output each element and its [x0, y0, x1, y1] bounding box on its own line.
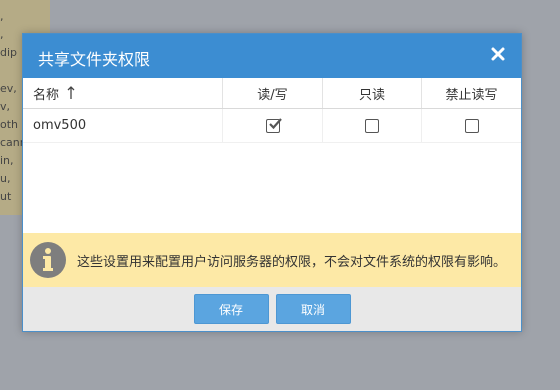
dialog-footer: 保存 取消 [23, 287, 521, 331]
cell-read-write [222, 109, 322, 142]
table-row[interactable]: omv500 [23, 109, 521, 143]
read-write-checkbox[interactable] [265, 117, 282, 133]
cancel-button[interactable]: 取消 [275, 294, 351, 324]
cell-no-access [421, 109, 521, 142]
sort-ascending-icon [67, 86, 75, 100]
bg-line: , [0, 10, 4, 23]
column-header-no-access[interactable]: 禁止读写 [421, 78, 521, 108]
save-button[interactable]: 保存 [193, 294, 269, 324]
info-banner: 这些设置用来配置用户访问服务器的权限，不会对文件系统的权限有影响。 [23, 233, 521, 287]
no-access-checkbox[interactable] [464, 118, 479, 133]
row-user-name: omv500 [33, 118, 87, 133]
permissions-grid: 名称 读/写 只读 禁止读写 omv500 [23, 78, 521, 231]
close-icon[interactable] [489, 45, 507, 63]
info-text: 这些设置用来配置用户访问服务器的权限，不会对文件系统的权限有影响。 [77, 254, 507, 270]
cell-read-only [322, 109, 421, 142]
read-only-checkbox[interactable] [365, 118, 379, 133]
column-header-read-write[interactable]: 读/写 [222, 78, 322, 108]
column-header-name[interactable]: 名称 [23, 78, 222, 108]
column-header-read-only[interactable]: 只读 [322, 78, 421, 108]
dialog-titlebar[interactable]: 共享文件夹权限 [23, 34, 521, 78]
info-icon [29, 241, 67, 279]
grid-empty-area [23, 143, 521, 231]
column-header-read-only-label: 只读 [358, 87, 385, 103]
grid-header: 名称 读/写 只读 禁止读写 [23, 78, 521, 109]
permissions-dialog: 共享文件夹权限 名称 读/写 只读 禁止读写 omv500 这些设置用来配置用户… [22, 33, 522, 332]
column-header-read-write-label: 读/写 [257, 87, 288, 103]
column-header-no-access-label: 禁止读写 [445, 87, 498, 103]
dialog-title: 共享文件夹权限 [38, 50, 151, 69]
column-header-name-label: 名称 [33, 87, 60, 103]
